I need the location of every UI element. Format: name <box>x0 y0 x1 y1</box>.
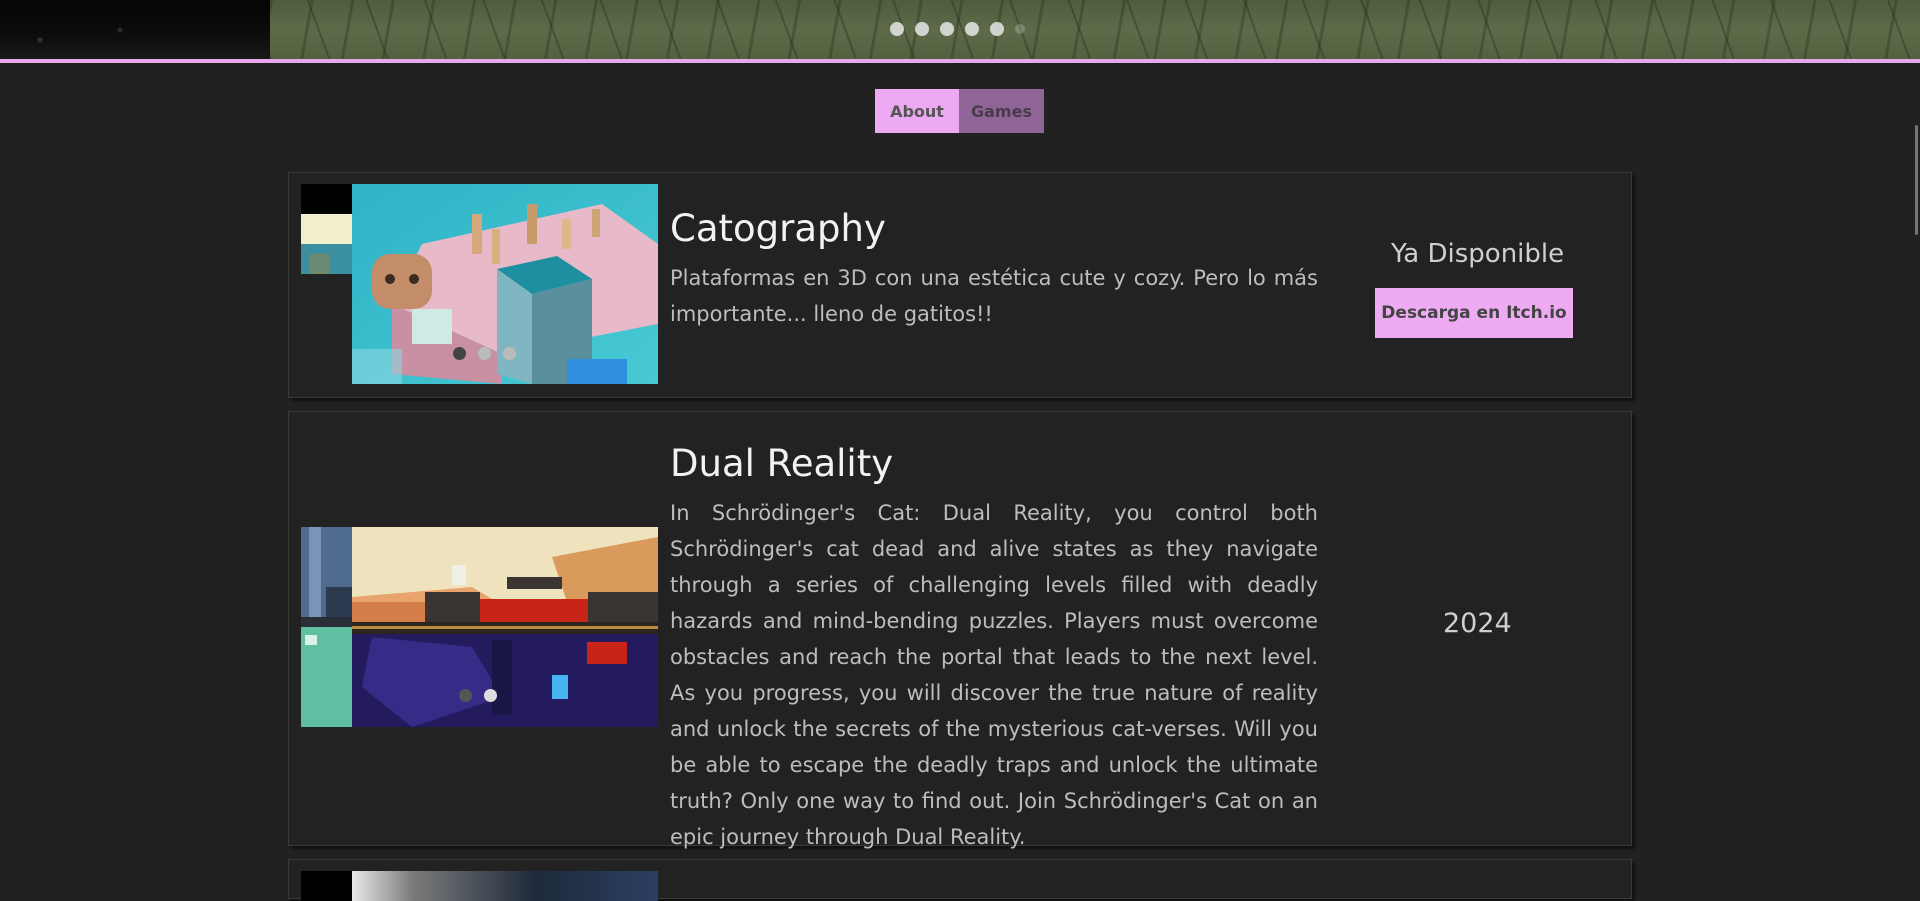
hero-carousel-dot[interactable] <box>1015 24 1025 34</box>
screenshot-carousel-dot[interactable] <box>478 347 491 360</box>
screenshot-carousel-dot[interactable] <box>453 347 466 360</box>
game-screenshot[interactable] <box>352 871 658 901</box>
game-description: In Schrödinger's Cat: Dual Reality, you … <box>670 501 1318 849</box>
hero-divider <box>0 59 1920 63</box>
page-scrollbar-thumb[interactable] <box>1915 125 1918 235</box>
screenshot-thumbnail[interactable] <box>301 871 352 901</box>
game-card-catography: Catography Plataformas en 3D con una est… <box>288 172 1632 398</box>
itchio-download-button[interactable]: Descarga en Itch.io <box>1375 288 1573 338</box>
hero-carousel-indicators <box>890 22 1025 36</box>
game-description: Plataformas en 3D con una estética cute … <box>670 266 1318 326</box>
game-card-dual-reality: Dual Reality In Schrödinger's Cat: Dual … <box>288 411 1632 849</box>
game-card-next <box>288 859 1632 901</box>
section-tabs: About Games <box>875 89 1044 133</box>
hero-carousel-dot[interactable] <box>965 22 979 36</box>
screenshot-thumbnail[interactable] <box>301 184 352 274</box>
game-screenshot[interactable] <box>352 527 658 727</box>
tab-games[interactable]: Games <box>959 89 1044 133</box>
tab-about[interactable]: About <box>875 89 959 133</box>
game-title: Dual Reality <box>670 442 894 485</box>
hero-banner <box>0 0 1920 60</box>
screenshot-carousel-dot[interactable] <box>459 689 472 702</box>
hero-carousel-dot[interactable] <box>990 22 1004 36</box>
screenshot-carousel-dot[interactable] <box>503 347 516 360</box>
screenshot-thumbnail[interactable] <box>301 527 352 727</box>
screenshot-carousel-dot[interactable] <box>484 689 497 702</box>
availability-status: Ya Disponible <box>1391 239 1565 269</box>
hero-carousel-dot[interactable] <box>915 22 929 36</box>
hero-image-previous <box>0 0 270 60</box>
hero-image-current <box>270 0 1920 60</box>
release-year: 2024 <box>1443 608 1512 639</box>
hero-carousel-dot[interactable] <box>940 22 954 36</box>
hero-carousel-dot[interactable] <box>890 22 904 36</box>
game-title: Catography <box>670 207 886 250</box>
